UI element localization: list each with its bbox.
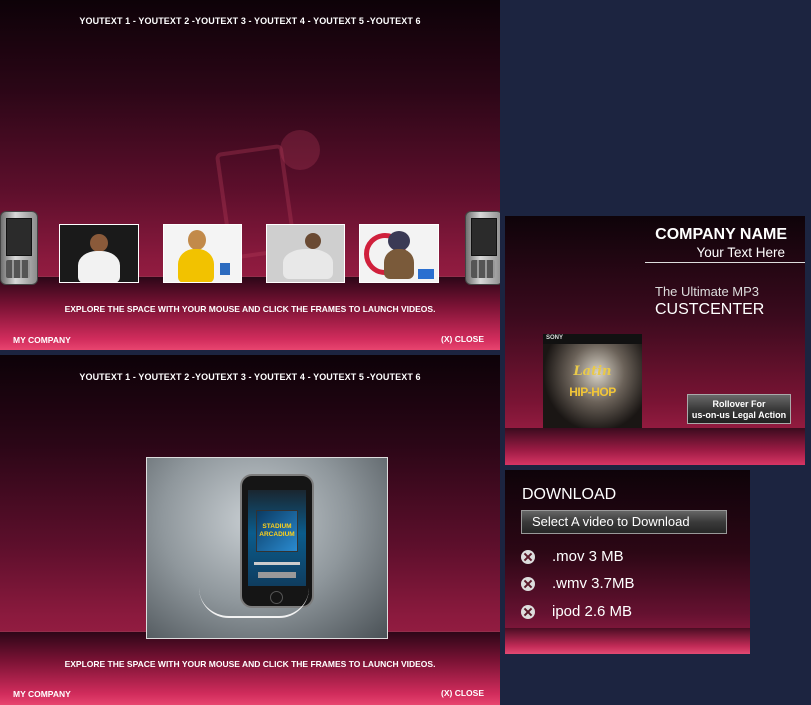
album-cover[interactable]: SONY Latin HIP-HOP [543, 334, 642, 432]
album-art: STADIUM ARCADIUM [256, 510, 298, 552]
video-player[interactable]: STADIUM ARCADIUM [146, 457, 388, 639]
left-device-icon[interactable] [0, 211, 38, 285]
download-item-ipod[interactable]: ipod 2.6 MB [521, 603, 632, 620]
video-frame-3[interactable] [266, 224, 345, 283]
promo-divider [645, 262, 805, 263]
download-item-wmv[interactable]: .wmv 3.7MB [521, 575, 635, 592]
gallery-panel-bottom: YOUTEXT 1 - YOUTEXT 2 -YOUTEXT 3 - YOUTE… [0, 355, 500, 705]
promo-subheadline: CUSTCENTER [655, 301, 765, 318]
gallery-panel-top: YOUTEXT 1 - YOUTEXT 2 -YOUTEXT 3 - YOUTE… [0, 0, 500, 350]
download-item-label: .wmv 3.7MB [552, 575, 635, 592]
gallery-instruction: EXPLORE THE SPACE WITH YOUR MOUSE AND CL… [64, 304, 436, 314]
select-video-button[interactable]: Select A video to Download [521, 510, 727, 534]
background-circle-decoration [280, 130, 320, 170]
promo-panel: COMPANY NAME Your Text Here The Ultimate… [505, 216, 805, 465]
promo-headline: The Ultimate MP3 [655, 284, 760, 299]
nav-links[interactable]: YOUTEXT 1 - YOUTEXT 2 -YOUTEXT 3 - YOUTE… [0, 16, 500, 26]
company-tagline: Your Text Here [696, 245, 785, 260]
promo-floor [505, 428, 805, 465]
nav-links[interactable]: YOUTEXT 1 - YOUTEXT 2 -YOUTEXT 3 - YOUTE… [0, 372, 500, 382]
player-instruction: EXPLORE THE SPACE WITH YOUR MOUSE AND CL… [64, 659, 436, 669]
download-item-label: .mov 3 MB [552, 548, 624, 565]
download-floor [505, 628, 750, 654]
earphones-image [199, 588, 309, 618]
my-company-link[interactable]: MY COMPANY [13, 335, 71, 345]
company-name: COMPANY NAME [655, 226, 787, 243]
download-title: DOWNLOAD [522, 486, 617, 503]
rollover-label-2: us-on-us Legal Action [691, 410, 787, 420]
download-icon [521, 576, 535, 591]
download-panel: DOWNLOAD Select A video to Download .mov… [505, 470, 750, 654]
rollover-label-1: Rollover For [712, 399, 766, 409]
my-company-link[interactable]: MY COMPANY [13, 689, 71, 699]
album-title-1: Latin [573, 364, 612, 379]
download-icon [521, 604, 535, 619]
video-frame-2[interactable] [163, 224, 242, 283]
album-brand: SONY [546, 335, 564, 341]
rollover-button[interactable]: Rollover For us-on-us Legal Action [687, 394, 791, 424]
right-device-icon[interactable] [465, 211, 500, 285]
video-frame-1[interactable] [59, 224, 139, 283]
close-button[interactable]: (X) CLOSE [441, 688, 484, 698]
download-icon [521, 549, 535, 564]
download-item-label: ipod 2.6 MB [552, 603, 633, 620]
download-item-mov[interactable]: .mov 3 MB [521, 548, 624, 565]
video-frame-4[interactable] [359, 224, 439, 283]
album-title-2: HIP-HOP [569, 385, 616, 399]
close-button[interactable]: (X) CLOSE [441, 334, 484, 344]
